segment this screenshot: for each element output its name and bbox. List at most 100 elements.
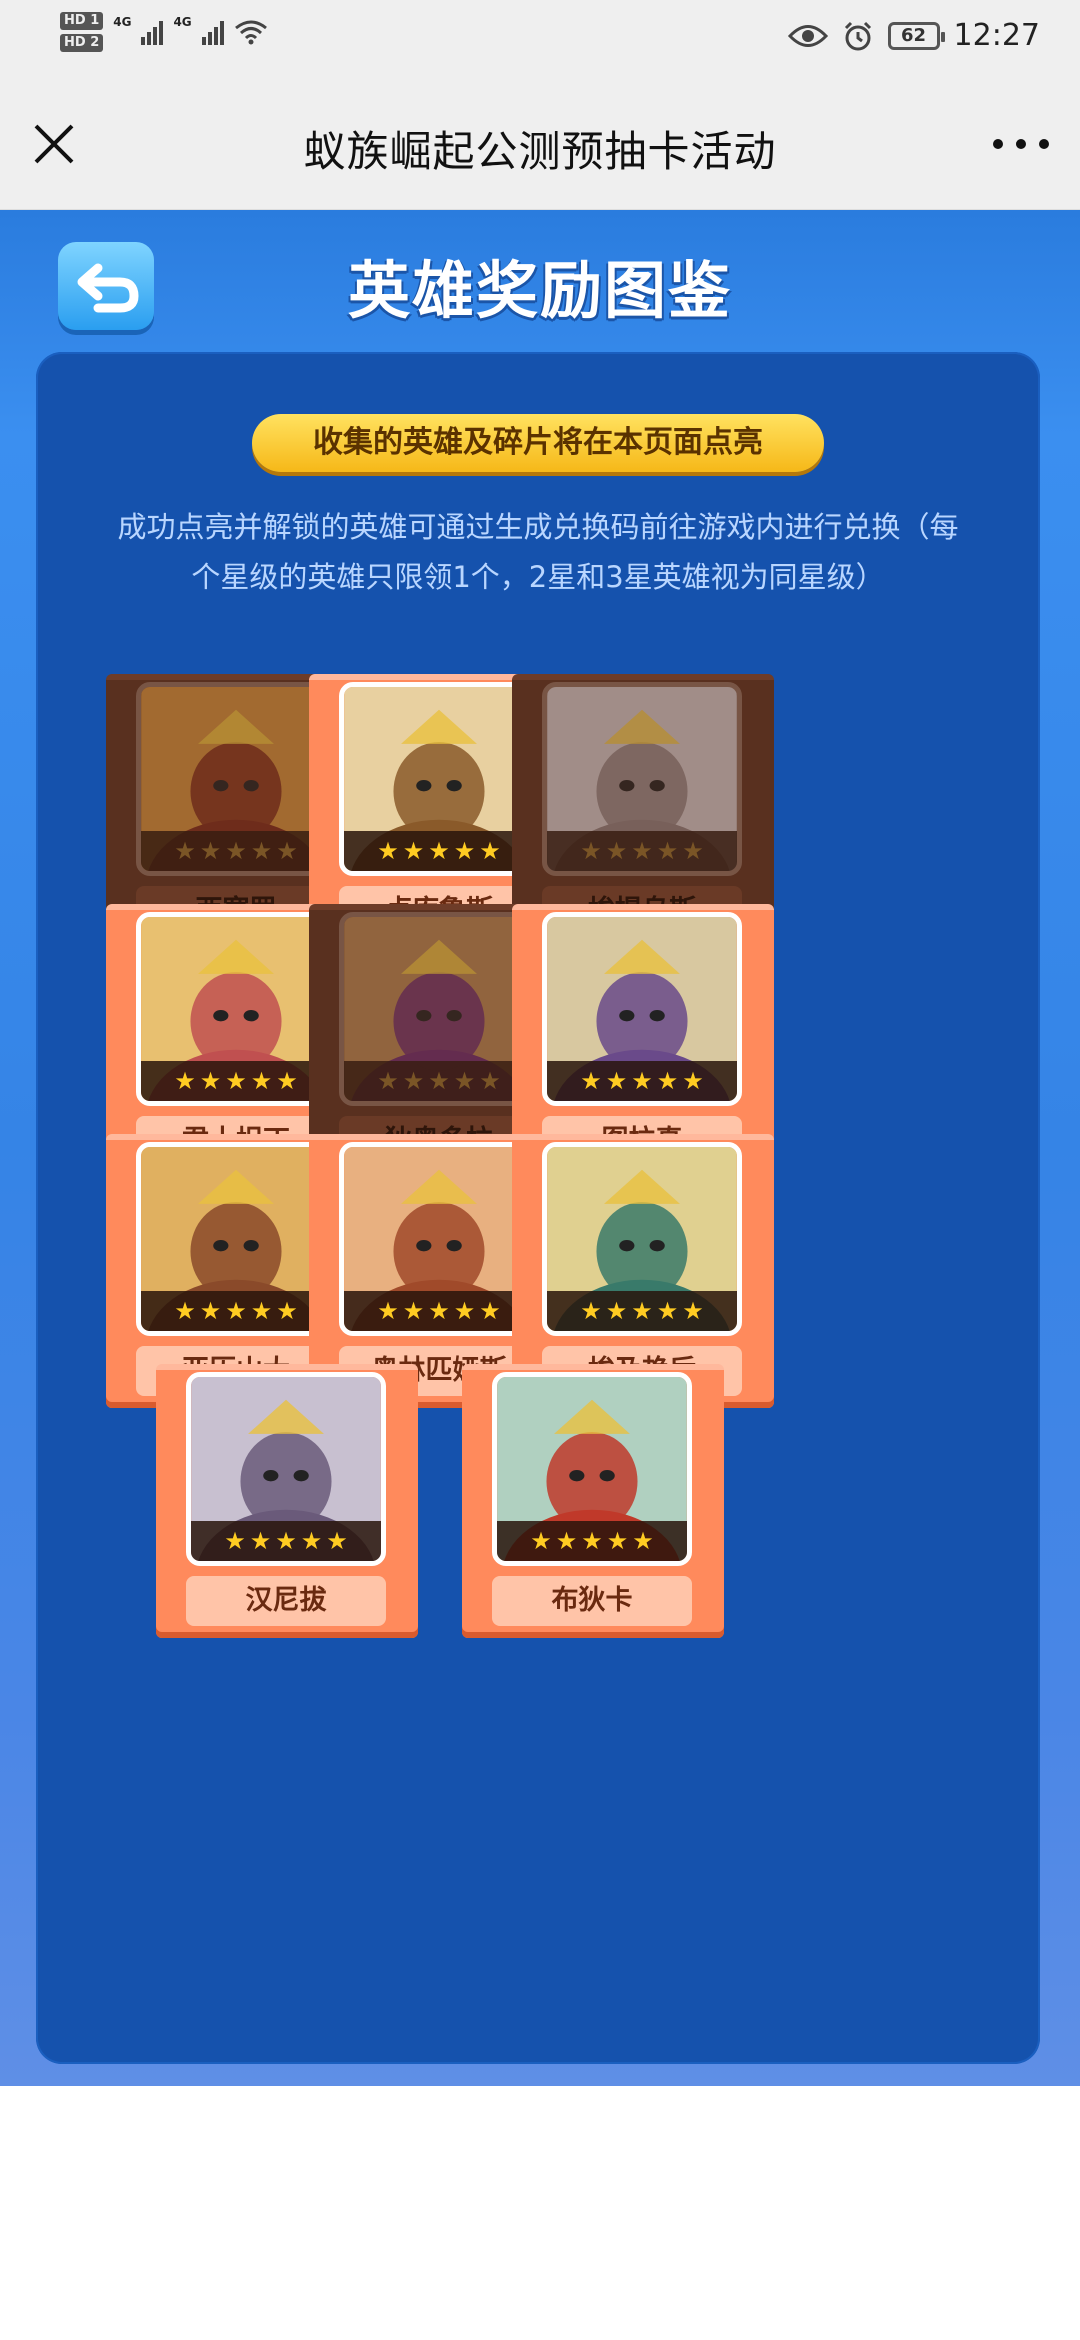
star-icon: ★ — [300, 1527, 323, 1555]
hero-portrait: ★ ★ ★ ★ ★ — [492, 1372, 692, 1566]
alarm-icon — [844, 21, 871, 50]
star-rating: ★ ★ ★ ★ ★ — [497, 1521, 687, 1561]
collection-banner: 收集的英雄及碎片将在本页面点亮 — [252, 414, 824, 472]
hero-portrait: ★ ★ ★ ★ ★ — [186, 1372, 386, 1566]
star-icon: ★ — [377, 1067, 399, 1095]
star-icon: ★ — [224, 1527, 246, 1555]
star-icon: ★ — [479, 837, 501, 865]
star-icon: ★ — [275, 1527, 297, 1555]
star-icon: ★ — [580, 837, 602, 865]
hero-name: 汉尼拔 — [186, 1576, 386, 1626]
star-icon: ★ — [530, 1527, 552, 1555]
star-icon: ★ — [199, 1297, 222, 1325]
star-icon: ★ — [682, 837, 704, 865]
star-icon: ★ — [174, 1297, 196, 1325]
star-icon: ★ — [377, 1297, 399, 1325]
star-rating: ★ ★ ★ ★ ★ — [141, 1061, 331, 1101]
hero-portrait: ★ ★ ★ ★ ★ — [136, 912, 336, 1106]
star-icon: ★ — [225, 1297, 247, 1325]
star-icon: ★ — [276, 1297, 298, 1325]
star-icon: ★ — [174, 1067, 196, 1095]
star-icon: ★ — [199, 837, 222, 865]
star-rating: ★ ★ ★ ★ ★ — [547, 1061, 737, 1101]
star-icon: ★ — [555, 1527, 578, 1555]
star-icon: ★ — [605, 837, 628, 865]
star-icon: ★ — [682, 1067, 704, 1095]
clock: 12:27 — [953, 18, 1040, 53]
signal-icon-2 — [201, 19, 224, 45]
star-icon: ★ — [605, 1297, 628, 1325]
battery-icon: 62 — [887, 21, 945, 50]
star-icon: ★ — [428, 1067, 450, 1095]
star-icon: ★ — [225, 837, 247, 865]
hero-portrait: ★ ★ ★ ★ ★ — [136, 682, 336, 876]
star-icon: ★ — [249, 1527, 272, 1555]
star-icon: ★ — [428, 837, 450, 865]
network-type-2: 4G — [173, 15, 192, 29]
more-icon[interactable] — [986, 124, 1056, 164]
star-icon: ★ — [606, 1527, 629, 1555]
star-icon: ★ — [580, 1067, 602, 1095]
star-icon: ★ — [656, 837, 679, 865]
hd-indicators: HD 1 HD 2 — [60, 12, 104, 52]
event-title: 英雄奖励图鉴 — [347, 254, 732, 327]
status-bar-left: HD 1 HD 2 4G 4G — [60, 12, 268, 52]
hero-panel: 收集的英雄及碎片将在本页面点亮 成功点亮并解锁的英雄可通过生成兑换码前往游戏内进… — [36, 352, 1040, 2064]
star-icon: ★ — [631, 837, 653, 865]
star-icon: ★ — [199, 1067, 222, 1095]
hero-portrait: ★ ★ ★ ★ ★ — [542, 1142, 742, 1336]
star-rating: ★ ★ ★ ★ ★ — [191, 1521, 381, 1561]
star-rating: ★ ★ ★ ★ ★ — [344, 1291, 534, 1331]
hd1-badge: HD 1 — [60, 12, 104, 30]
hero-portrait: ★ ★ ★ ★ ★ — [339, 1142, 539, 1336]
star-rating: ★ ★ ★ ★ ★ — [141, 831, 331, 871]
star-icon: ★ — [632, 1527, 654, 1555]
hd2-badge: HD 2 — [60, 34, 104, 52]
signal-icon-1 — [141, 19, 164, 45]
star-icon: ★ — [250, 1067, 273, 1095]
wifi-icon — [234, 20, 267, 45]
star-rating: ★ ★ ★ ★ ★ — [344, 1061, 534, 1101]
star-icon: ★ — [453, 1297, 476, 1325]
page-title: 蚁族崛起公测预抽卡活动 — [303, 127, 777, 176]
star-icon: ★ — [225, 1067, 247, 1095]
star-icon: ★ — [453, 1067, 476, 1095]
star-icon: ★ — [250, 837, 273, 865]
star-icon: ★ — [276, 837, 298, 865]
star-icon: ★ — [326, 1527, 348, 1555]
star-icon: ★ — [580, 1297, 602, 1325]
hero-card[interactable]: ★ ★ ★ ★ ★ 汉尼拔 — [156, 1364, 418, 1638]
hero-portrait: ★ ★ ★ ★ ★ — [339, 912, 539, 1106]
star-icon: ★ — [682, 1297, 704, 1325]
app-header: 蚁族崛起公测预抽卡活动 — [0, 78, 1080, 210]
star-rating: ★ ★ ★ ★ ★ — [141, 1291, 331, 1331]
network-type-1: 4G — [113, 15, 132, 29]
star-icon: ★ — [581, 1527, 603, 1555]
star-icon: ★ — [631, 1067, 653, 1095]
hero-name: 布狄卡 — [492, 1576, 692, 1626]
star-icon: ★ — [656, 1297, 679, 1325]
star-rating: ★ ★ ★ ★ ★ — [547, 831, 737, 871]
star-rating: ★ ★ ★ ★ ★ — [344, 831, 534, 871]
star-icon: ★ — [250, 1297, 273, 1325]
status-bar: HD 1 HD 2 4G 4G 62 12:27 — [0, 0, 1080, 78]
eye-icon — [787, 24, 828, 47]
star-icon: ★ — [656, 1067, 679, 1095]
star-rating: ★ ★ ★ ★ ★ — [547, 1291, 737, 1331]
hero-portrait: ★ ★ ★ ★ ★ — [542, 912, 742, 1106]
star-icon: ★ — [174, 837, 196, 865]
star-icon: ★ — [402, 837, 425, 865]
event-description: 成功点亮并解锁的英雄可通过生成兑换码前往游戏内进行兑换（每个星级的英雄只限领1个… — [117, 510, 959, 594]
hero-card[interactable]: ★ ★ ★ ★ ★ 布狄卡 — [462, 1364, 724, 1638]
star-icon: ★ — [479, 1297, 501, 1325]
event-area: 英雄奖励图鉴 收集的英雄及碎片将在本页面点亮 成功点亮并解锁的英雄可通过生成兑换… — [0, 210, 1080, 2086]
star-icon: ★ — [605, 1067, 628, 1095]
star-icon: ★ — [479, 1067, 501, 1095]
star-icon: ★ — [428, 1297, 450, 1325]
status-bar-right: 62 12:27 — [787, 18, 1040, 53]
star-icon: ★ — [276, 1067, 298, 1095]
star-icon: ★ — [453, 837, 476, 865]
star-icon: ★ — [631, 1297, 653, 1325]
hero-portrait: ★ ★ ★ ★ ★ — [339, 682, 539, 876]
star-icon: ★ — [377, 837, 399, 865]
